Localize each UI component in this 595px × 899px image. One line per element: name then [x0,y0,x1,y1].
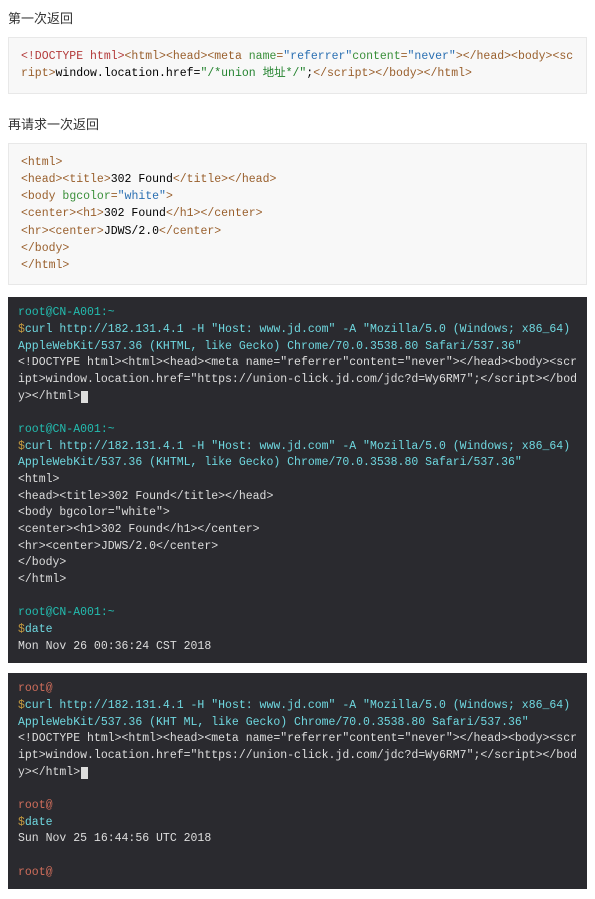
token: <center> [21,207,76,220]
token: </head> [228,173,276,186]
terminal-block-1: root@CN-A001:~ $curl http://182.131.4.1 … [8,297,587,663]
prompt: root@CN-A001:~ [18,306,115,319]
token: bgcolor [62,190,110,203]
terminal-output: <html> [18,473,59,486]
heading-first: 第一次返回 [0,0,595,33]
prompt-char: $ [18,323,25,336]
token: name [249,50,277,63]
token: </title> [173,173,228,186]
token: "white" [118,190,166,203]
token: = [111,190,118,203]
prompt-char: $ [18,816,25,829]
prompt: root@ [18,682,53,695]
token: "/*union 地址*/" [200,67,306,80]
token: <h1> [76,207,104,220]
prompt: root@CN-A001:~ [18,606,115,619]
terminal-output: <body bgcolor="white"> [18,506,170,519]
prompt: root@ [18,799,53,812]
terminal-output: <!DOCTYPE html><html><head><meta name="r… [18,732,577,778]
terminal-output: </body> [18,556,66,569]
token: </html> [21,259,69,272]
prompt: root@ [18,866,53,879]
token: = [401,50,408,63]
token: content [352,50,400,63]
prompt-char: $ [18,440,25,453]
token: <!DOCTYPE html> [21,50,125,63]
token: <head> [21,173,62,186]
token: </script></body></html> [313,67,472,80]
token: <html><head><meta [125,50,249,63]
token: JDWS/2.0 [104,225,159,238]
token: "never" [408,50,456,63]
token: <title> [62,173,110,186]
token: 302 Found [111,173,173,186]
token: 302 Found [104,207,166,220]
heading-second: 再请求一次返回 [0,106,595,139]
terminal-output: <center><h1>302 Found</h1></center> [18,523,260,536]
terminal-command: curl http://182.131.4.1 -H "Host: www.jd… [18,440,577,470]
terminal-output: </html> [18,573,66,586]
terminal-output: Sun Nov 25 16:44:56 UTC 2018 [18,832,211,845]
token: </center> [159,225,221,238]
terminal-output: <!DOCTYPE html><html><head><meta name="r… [18,356,577,402]
terminal-command: date [25,816,53,829]
terminal-output: <head><title>302 Found</title></head> [18,490,273,503]
terminal-output: <hr><center>JDWS/2.0</center> [18,540,218,553]
token: </h1> [166,207,201,220]
code-block-2: <html> <head><title>302 Found</title></h… [8,143,587,286]
cursor-icon [81,391,88,403]
terminal-command: curl http://182.131.4.1 -H "Host: www.jd… [18,323,577,353]
token: </body> [21,242,69,255]
terminal-output: Mon Nov 26 00:36:24 CST 2018 [18,640,211,653]
prompt: root@CN-A001:~ [18,423,115,436]
token: <body [21,190,62,203]
token: "referrer" [283,50,352,63]
terminal-block-2: root@ $curl http://182.131.4.1 -H "Host:… [8,673,587,889]
token: <center> [49,225,104,238]
prompt-char: $ [18,623,25,636]
terminal-command: curl http://182.131.4.1 -H "Host: www.jd… [18,699,577,729]
token: </center> [200,207,262,220]
terminal-command: date [25,623,53,636]
token: > [166,190,173,203]
token: window.location.href= [56,67,201,80]
code-block-1: <!DOCTYPE html><html><head><meta name = "r… [8,37,587,94]
prompt-char: $ [18,699,25,712]
token: <hr> [21,225,49,238]
token: <html> [21,156,62,169]
cursor-icon [81,767,88,779]
